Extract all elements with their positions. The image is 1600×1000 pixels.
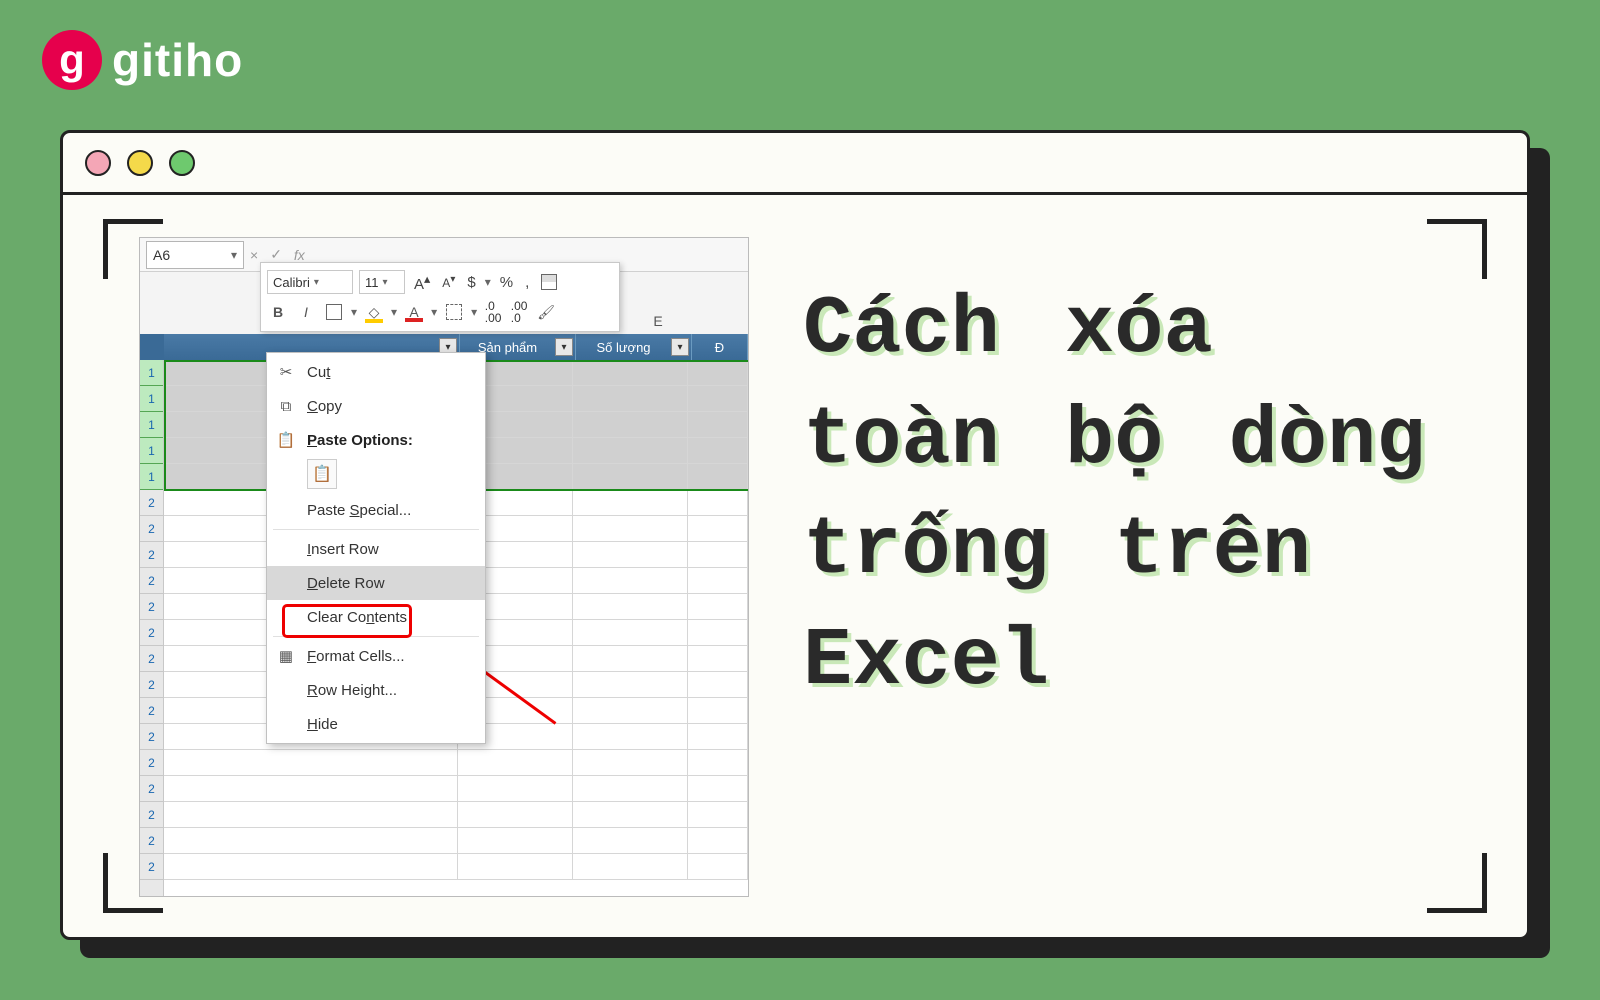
table-row[interactable] bbox=[164, 854, 748, 880]
row-header[interactable]: 2 bbox=[140, 802, 163, 828]
menu-item[interactable]: Clear Contents bbox=[267, 600, 485, 634]
italic-icon[interactable]: I bbox=[295, 301, 317, 323]
border-style-icon[interactable] bbox=[443, 301, 465, 323]
col-header[interactable]: Đ bbox=[692, 334, 748, 360]
table-row[interactable] bbox=[164, 750, 748, 776]
grow-font-icon[interactable]: A▴ bbox=[411, 271, 433, 293]
name-box-value: A6 bbox=[153, 247, 170, 263]
brand-logo: g gitiho bbox=[42, 30, 243, 90]
font-size-select[interactable]: 11▾ bbox=[359, 270, 405, 294]
confirm-icon[interactable]: ✓ bbox=[270, 246, 282, 263]
menu-item-label: Clear Contents bbox=[307, 609, 407, 626]
currency-icon[interactable]: $ bbox=[464, 274, 478, 291]
menu-item[interactable]: Row Height... bbox=[267, 673, 485, 707]
row-header[interactable]: 2 bbox=[140, 724, 163, 750]
frame-corner bbox=[1427, 853, 1487, 913]
table-row[interactable] bbox=[164, 802, 748, 828]
excel-screenshot: A6 ▾ × ✓ fx Calibri▾ 11▾ A▴ bbox=[139, 237, 749, 897]
logo-badge: g bbox=[42, 30, 102, 90]
name-box[interactable]: A6 ▾ bbox=[146, 241, 244, 269]
row-headers: 11111222222222222222 bbox=[140, 360, 164, 896]
headline: Cách xóa toàn bộ dòng trống trên Excel bbox=[803, 275, 1457, 718]
menu-item-label: Paste Options: bbox=[307, 432, 413, 449]
fx-icon[interactable]: fx bbox=[294, 247, 305, 263]
row-header[interactable]: 2 bbox=[140, 750, 163, 776]
border-icon[interactable] bbox=[323, 301, 345, 323]
menu-item-label: Paste Special... bbox=[307, 502, 411, 519]
percent-icon[interactable]: % bbox=[497, 274, 516, 291]
row-header[interactable]: 2 bbox=[140, 568, 163, 594]
cancel-icon[interactable]: × bbox=[250, 247, 258, 263]
mini-toolbar: Calibri▾ 11▾ A▴ A▾ $ ▾ % , B I ▾ bbox=[260, 262, 620, 332]
menu-item[interactable]: 📋 Paste Options: bbox=[267, 423, 485, 457]
row-header[interactable]: 2 bbox=[140, 620, 163, 646]
menu-item-label: Cut bbox=[307, 364, 330, 381]
row-header[interactable]: 2 bbox=[140, 594, 163, 620]
frame-corner bbox=[1427, 219, 1487, 279]
row-header[interactable]: 1 bbox=[140, 386, 163, 412]
bold-icon[interactable]: B bbox=[267, 301, 289, 323]
filter-icon[interactable]: ▾ bbox=[671, 338, 689, 356]
table-row[interactable] bbox=[164, 776, 748, 802]
cut-icon: ✂ bbox=[275, 363, 297, 381]
decrease-decimal-icon[interactable]: .0.00 bbox=[483, 300, 503, 324]
menu-item[interactable]: ✂ Cut bbox=[267, 355, 485, 389]
menu-item[interactable]: ▦ Format Cells... bbox=[267, 639, 485, 673]
window-min-dot[interactable] bbox=[127, 150, 153, 176]
row-header[interactable]: 2 bbox=[140, 698, 163, 724]
window-max-dot[interactable] bbox=[169, 150, 195, 176]
row-header[interactable]: 2 bbox=[140, 854, 163, 880]
fill-color-icon[interactable]: ◇ bbox=[363, 301, 385, 323]
table-format-icon[interactable] bbox=[538, 271, 560, 293]
logo-text: gitiho bbox=[112, 33, 243, 87]
menu-item[interactable]: Hide bbox=[267, 707, 485, 741]
menu-item[interactable]: Insert Row bbox=[267, 532, 485, 566]
paste-icon: 📋 bbox=[275, 431, 297, 449]
row-header[interactable]: 2 bbox=[140, 776, 163, 802]
font-select[interactable]: Calibri▾ bbox=[267, 270, 353, 294]
menu-item-label: Hide bbox=[307, 716, 338, 733]
menu-item-label: Insert Row bbox=[307, 541, 379, 558]
format-painter-icon[interactable]: 🖌 bbox=[535, 301, 557, 323]
filter-icon[interactable]: ▾ bbox=[555, 338, 573, 356]
paste-option-icon[interactable]: 📋 bbox=[307, 459, 337, 489]
titlebar bbox=[63, 133, 1527, 195]
menu-item[interactable]: ⧉ Copy bbox=[267, 389, 485, 423]
menu-item[interactable]: Delete Row bbox=[267, 566, 485, 600]
fx-controls: × ✓ fx bbox=[250, 246, 305, 263]
context-menu: ✂ Cut ⧉ Copy 📋 Paste Options: 📋 Paste Special..… bbox=[266, 352, 486, 744]
row-header[interactable]: 2 bbox=[140, 646, 163, 672]
row-header[interactable]: 1 bbox=[140, 412, 163, 438]
comma-icon[interactable]: , bbox=[522, 274, 532, 291]
row-header[interactable]: 2 bbox=[140, 490, 163, 516]
increase-decimal-icon[interactable]: .00.0 bbox=[509, 300, 529, 324]
row-header[interactable]: 2 bbox=[140, 828, 163, 854]
selection-border bbox=[164, 360, 166, 490]
row-header[interactable]: 2 bbox=[140, 542, 163, 568]
row-header[interactable]: 2 bbox=[140, 672, 163, 698]
font-color-icon[interactable]: A bbox=[403, 301, 425, 323]
row-header[interactable]: 1 bbox=[140, 438, 163, 464]
menu-item-label: Delete Row bbox=[307, 575, 385, 592]
format-icon: ▦ bbox=[275, 647, 297, 665]
menu-item-label: Row Height... bbox=[307, 682, 397, 699]
menu-item-label: Copy bbox=[307, 398, 342, 415]
table-row[interactable] bbox=[164, 828, 748, 854]
row-header[interactable]: 2 bbox=[140, 516, 163, 542]
menu-item[interactable]: Paste Special... bbox=[267, 493, 485, 527]
row-header[interactable]: 1 bbox=[140, 464, 163, 490]
copy-icon: ⧉ bbox=[275, 398, 297, 415]
window-card: Cách xóa toàn bộ dòng trống trên Excel A… bbox=[60, 130, 1530, 940]
chevron-down-icon[interactable]: ▾ bbox=[231, 248, 237, 262]
row-header[interactable]: 1 bbox=[140, 360, 163, 386]
col-header-soluong[interactable]: Số lượng▾ bbox=[576, 334, 692, 360]
menu-item-label: Format Cells... bbox=[307, 648, 405, 665]
window-close-dot[interactable] bbox=[85, 150, 111, 176]
shrink-font-icon[interactable]: A▾ bbox=[439, 274, 458, 290]
